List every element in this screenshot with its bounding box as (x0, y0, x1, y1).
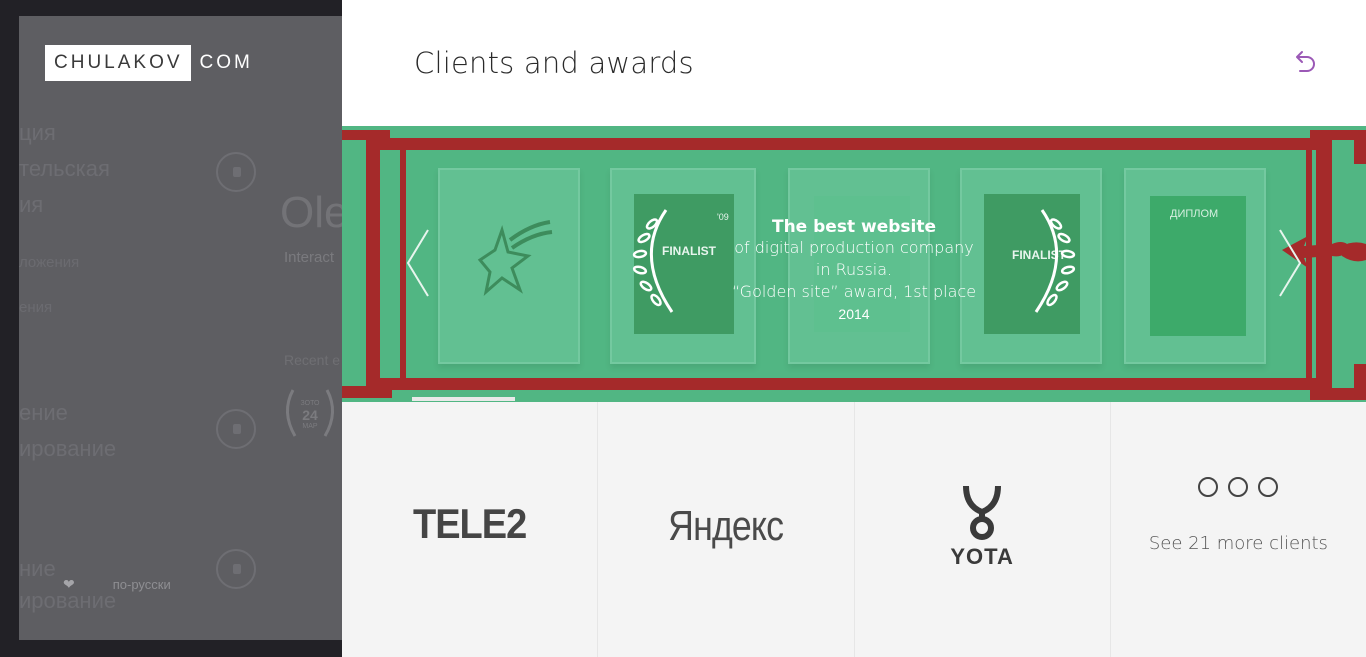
more-clients-button[interactable]: See 21 more clients (1110, 402, 1366, 657)
bg-subtitle: Interact (284, 249, 335, 266)
carousel-next-button[interactable] (1276, 228, 1304, 298)
more-dots-icon (1198, 477, 1279, 497)
yandex-logo: Яндекс (668, 501, 784, 549)
client-yota[interactable]: YOTA (854, 402, 1111, 657)
yota-symbol-icon (963, 485, 1002, 540)
bg-peek-text-5: ения (19, 299, 53, 316)
award-year: 2014 (838, 306, 870, 322)
bg-title: Ole (280, 188, 349, 237)
bg-peek-text-6: ение (19, 400, 68, 425)
background-page: ция тельская ия ложения ения ение ирован… (19, 16, 359, 640)
panel-title: Clients and awards (414, 46, 694, 80)
carousel-progress (412, 397, 515, 401)
bg-peek-text-1: ция (19, 120, 56, 145)
yota-logo: YOTA (950, 484, 1013, 570)
award-line-1: of digital production company (734, 238, 974, 257)
bg-peek-text-2: тельская (19, 156, 110, 181)
clients-awards-panel: Clients and awards FINALIST '09 FINALIST (342, 0, 1366, 657)
chevron-right-icon (1279, 229, 1302, 297)
laurel-icon (286, 389, 334, 437)
bg-play-icon-2 (216, 409, 256, 449)
award-line-3: “Golden site” award, 1st place (731, 282, 977, 301)
bg-award-badge: ЗОТО 24 МАР (279, 380, 341, 446)
award-caption: The best website of digital production c… (724, 217, 984, 322)
bg-play-icon-1 (216, 152, 256, 192)
award-line-2: in Russia. (815, 260, 893, 279)
bg-peek-text-3: ия (19, 192, 44, 217)
yota-wordmark: YOTA (950, 543, 1014, 569)
logo-suffix: COM (199, 52, 253, 73)
tele2-logo: TELE2 (413, 501, 527, 549)
clients-grid: TELE2 Яндекс YOTA See 21 more clients (342, 402, 1366, 657)
bg-peek-text-8: ние (19, 556, 56, 581)
bg-footer: ❤ по-русски (63, 576, 171, 593)
bg-peek-text-7: ирование (19, 436, 117, 461)
heart-icon[interactable]: ❤ (63, 576, 75, 593)
awards-carousel: FINALIST '09 FINALIST ДИПЛОМ The best we… (342, 126, 1366, 402)
bg-peek-text-4: ложения (19, 254, 80, 271)
more-clients-label: See 21 more clients (1148, 533, 1328, 554)
bg-recent-label: Recent e (284, 352, 341, 368)
back-button[interactable] (1290, 48, 1320, 78)
undo-arrow-icon (1296, 51, 1315, 72)
chevron-left-icon (406, 229, 429, 297)
carousel-prev-button[interactable] (404, 228, 432, 298)
client-tele2[interactable]: TELE2 (342, 402, 599, 657)
logo-box: CHULAKOV (45, 45, 191, 81)
language-link[interactable]: по-русски (113, 577, 171, 592)
client-yandex[interactable]: Яндекс (598, 402, 855, 657)
site-logo[interactable]: CHULAKOV COM (45, 45, 253, 81)
award-heading: The best website (771, 217, 936, 237)
bg-play-icon-3 (216, 549, 256, 589)
